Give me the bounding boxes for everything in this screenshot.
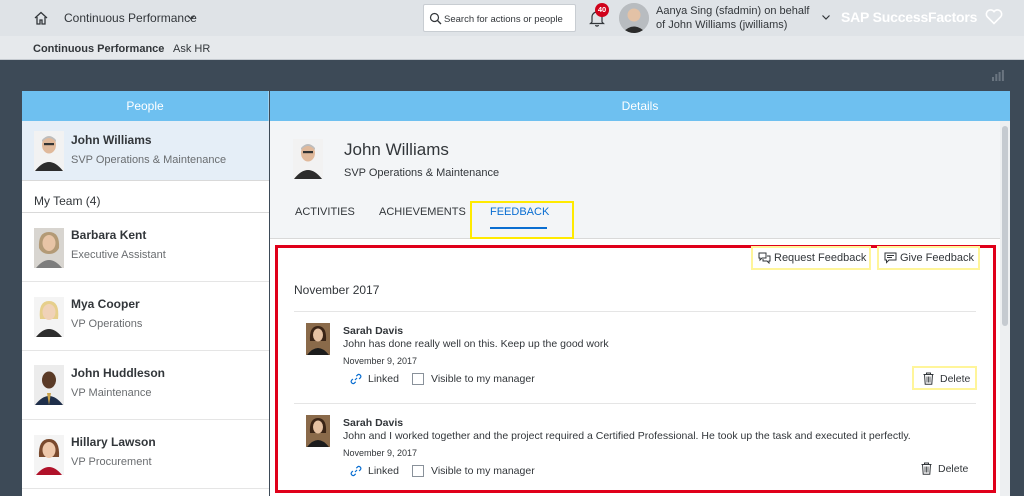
search-input[interactable] — [444, 11, 572, 27]
comment-icon — [884, 252, 897, 264]
user-avatar[interactable] — [619, 3, 649, 33]
people-item-mya-cooper[interactable]: Mya Cooper VP Operations — [22, 283, 269, 351]
notification-badge: 40 — [595, 3, 609, 17]
people-item-self[interactable]: John Williams SVP Operations & Maintenan… — [22, 121, 269, 181]
divider — [294, 311, 976, 312]
trash-icon — [923, 372, 934, 385]
person-name: Mya Cooper — [71, 297, 140, 311]
month-heading: November 2017 — [294, 283, 380, 297]
trash-icon — [921, 462, 932, 475]
my-team-label: My Team (4) — [22, 189, 269, 213]
chevron-down-icon[interactable] — [186, 12, 196, 22]
brand-logo-text: SAP SuccessFactors — [841, 9, 978, 25]
people-header: People — [22, 91, 269, 121]
request-feedback-button[interactable]: Request Feedback — [751, 246, 871, 270]
feedback-author: Sarah Davis — [343, 325, 404, 337]
feedback-date: November 9, 2017 — [343, 356, 418, 366]
person-title: VP Maintenance — [71, 387, 152, 399]
divider — [294, 403, 976, 404]
details-header: Details — [270, 91, 1010, 121]
person-title: Executive Assistant — [71, 249, 166, 261]
visible-to-manager-label[interactable]: Visible to my manager — [431, 465, 535, 477]
avatar — [34, 131, 64, 171]
people-item-hillary-lawson[interactable]: Hillary Lawson VP Procurement — [22, 421, 269, 489]
give-feedback-button[interactable]: Give Feedback — [877, 246, 980, 270]
avatar — [306, 323, 330, 355]
link-icon[interactable] — [350, 373, 362, 385]
heart-icon — [985, 9, 1003, 25]
person-title: VP Procurement — [71, 456, 152, 468]
tab-activities[interactable]: ACTIVITIES — [295, 206, 355, 218]
avatar — [34, 228, 64, 268]
subnav-continuous-performance[interactable]: Continuous Performance — [33, 43, 164, 55]
person-name: John Huddleson — [71, 366, 165, 380]
linked-label[interactable]: Linked — [368, 465, 399, 477]
person-title: SVP Operations & Maintenance — [71, 154, 227, 166]
details-panel: Details John Williams SVP Operations & M… — [270, 91, 1010, 496]
person-name: Hillary Lawson — [71, 435, 156, 449]
feedback-text: John and I worked together and the proje… — [343, 430, 911, 442]
avatar — [34, 365, 64, 405]
feedback-author: Sarah Davis — [343, 417, 404, 429]
linked-label[interactable]: Linked — [368, 373, 399, 385]
delete-button[interactable]: Delete — [912, 458, 977, 482]
profile-title: SVP Operations & Maintenance — [344, 167, 500, 179]
link-icon[interactable] — [350, 465, 362, 477]
visible-to-manager-checkbox[interactable] — [412, 373, 424, 385]
bar-chart-icon[interactable] — [992, 70, 1004, 81]
app-title[interactable]: Continuous Performance — [64, 11, 197, 25]
feedback-text: John has done really well on this. Keep … — [343, 338, 609, 350]
give-feedback-label: Give Feedback — [900, 252, 974, 264]
avatar — [34, 435, 64, 475]
shell-bar: Continuous Performance 40 Aanya Sing (sf… — [0, 0, 1024, 36]
people-item-john-huddleson[interactable]: John Huddleson VP Maintenance — [22, 352, 269, 420]
sub-navigation: Continuous Performance Ask HR — [0, 36, 1024, 60]
speech-bubbles-icon — [758, 252, 771, 264]
subnav-ask-hr[interactable]: Ask HR — [173, 43, 210, 55]
chevron-down-icon[interactable] — [821, 12, 831, 22]
delete-label: Delete — [938, 463, 969, 475]
people-panel: People John Williams SVP Operations & Ma… — [22, 91, 269, 496]
request-feedback-label: Request Feedback — [774, 252, 867, 264]
avatar — [293, 139, 323, 179]
scrollbar-thumb[interactable] — [1002, 126, 1008, 326]
person-title: VP Operations — [71, 318, 143, 330]
feedback-date: November 9, 2017 — [343, 448, 418, 458]
person-name: John Williams — [71, 133, 152, 147]
details-profile-header — [270, 121, 1000, 239]
visible-to-manager-checkbox[interactable] — [412, 465, 424, 477]
delete-button[interactable]: Delete — [912, 366, 977, 390]
user-name-line2[interactable]: of John Williams (jwilliams) — [656, 19, 787, 31]
search-box[interactable] — [423, 4, 576, 32]
tab-achievements[interactable]: ACHIEVEMENTS — [379, 206, 466, 218]
search-icon — [429, 12, 442, 25]
tab-highlight-annotation — [470, 201, 574, 239]
avatar — [306, 415, 330, 447]
home-icon[interactable] — [33, 10, 49, 26]
avatar — [34, 297, 64, 337]
visible-to-manager-label[interactable]: Visible to my manager — [431, 373, 535, 385]
person-name: Barbara Kent — [71, 228, 147, 242]
people-item-barbara-kent[interactable]: Barbara Kent Executive Assistant — [22, 214, 269, 282]
user-name-line1[interactable]: Aanya Sing (sfadmin) on behalf — [656, 5, 809, 17]
delete-label: Delete — [940, 373, 971, 385]
profile-name: John Williams — [344, 140, 449, 159]
